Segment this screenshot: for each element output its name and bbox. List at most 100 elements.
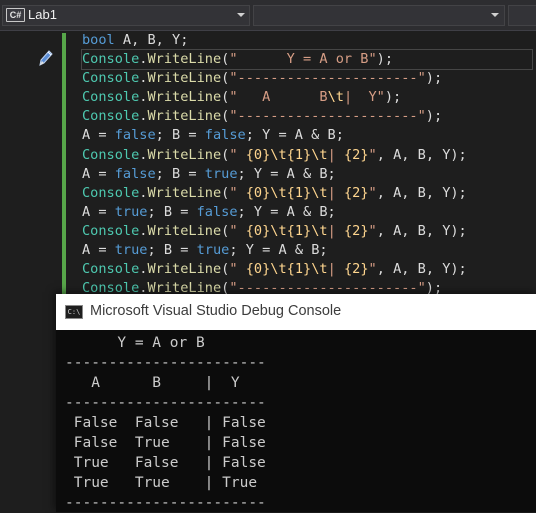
code-token: {2} bbox=[343, 222, 369, 239]
code-line[interactable]: A = false; B = false; Y = A & B; bbox=[82, 126, 532, 145]
code-token: " bbox=[229, 222, 246, 239]
code-token: , A, B, Y); bbox=[376, 261, 467, 278]
code-token: " bbox=[368, 146, 377, 163]
code-token: ; B = bbox=[155, 127, 205, 144]
code-token: ; B = bbox=[147, 242, 197, 259]
code-token: ); bbox=[425, 70, 443, 87]
code-token: "----------------------" bbox=[229, 108, 426, 125]
code-token: {0} bbox=[245, 146, 271, 163]
code-token: A = bbox=[82, 165, 115, 182]
code-line[interactable]: A = true; B = true; Y = A & B; bbox=[82, 241, 532, 260]
code-token: \t bbox=[311, 261, 328, 278]
code-token: {0} bbox=[245, 261, 271, 278]
code-token: A = bbox=[82, 242, 115, 259]
code-token: false bbox=[196, 203, 238, 220]
code-line[interactable]: Console.WriteLine("---------------------… bbox=[82, 69, 532, 88]
code-line[interactable]: A = false; B = true; Y = A & B; bbox=[82, 165, 532, 184]
code-token: {1} bbox=[286, 222, 312, 239]
code-token: bool bbox=[82, 32, 115, 48]
code-token: WriteLine bbox=[147, 51, 222, 68]
code-token: "----------------------" bbox=[229, 70, 426, 87]
code-token: A, B, Y; bbox=[114, 32, 189, 48]
code-token: ; Y = A & B; bbox=[245, 127, 344, 144]
code-line[interactable]: Console.WriteLine("---------------------… bbox=[82, 107, 532, 126]
code-token: Console bbox=[82, 261, 140, 278]
code-token: false bbox=[114, 127, 156, 144]
code-line[interactable]: bool A, B, Y; bbox=[82, 31, 532, 50]
code-token: ); bbox=[384, 89, 402, 106]
console-title-bar[interactable]: C:\ Microsoft Visual Studio Debug Consol… bbox=[56, 294, 536, 330]
code-token: ); bbox=[376, 51, 394, 68]
code-token: ; Y = A & B; bbox=[237, 203, 336, 220]
console-output: Y = A or B ----------------------- A B | … bbox=[65, 333, 266, 513]
code-token: {0} bbox=[245, 184, 271, 201]
code-token: {1} bbox=[286, 261, 312, 278]
code-token: {1} bbox=[286, 184, 312, 201]
code-token: | bbox=[327, 222, 344, 239]
code-token: " bbox=[229, 146, 246, 163]
code-token: true bbox=[114, 203, 148, 220]
code-token: A = bbox=[82, 203, 115, 220]
code-token: , A, B, Y); bbox=[376, 184, 467, 201]
code-token: Console bbox=[82, 51, 140, 68]
code-line[interactable]: Console.WriteLine(" {0}\t{1}\t| {2}", A,… bbox=[82, 260, 532, 279]
code-token: , A, B, Y); bbox=[376, 146, 467, 163]
code-lines[interactable]: bool A, B, Y; Console.WriteLine(" Y = A o… bbox=[81, 31, 533, 298]
project-name: Lab1 bbox=[28, 7, 57, 22]
code-line[interactable]: A = true; B = false; Y = A & B; bbox=[82, 203, 532, 222]
code-token: WriteLine bbox=[147, 89, 222, 106]
code-token: Console bbox=[82, 70, 140, 87]
member-dropdown[interactable] bbox=[253, 5, 505, 26]
code-token: " bbox=[229, 184, 246, 201]
code-token: false bbox=[204, 127, 246, 144]
code-token: Console bbox=[82, 184, 140, 201]
chevron-down-icon[interactable] bbox=[491, 13, 499, 17]
debug-console-window[interactable]: C:\ Microsoft Visual Studio Debug Consol… bbox=[56, 294, 536, 512]
code-token: ; B = bbox=[155, 165, 205, 182]
code-token: {2} bbox=[343, 261, 369, 278]
console-output-line: True False | False bbox=[65, 455, 266, 471]
code-line[interactable]: Console.WriteLine(" {0}\t{1}\t| {2}", A,… bbox=[82, 184, 532, 203]
code-token: | bbox=[327, 146, 344, 163]
edit-pencil-icon[interactable] bbox=[37, 48, 55, 68]
console-output-line: Y = A or B bbox=[65, 335, 205, 351]
console-output-line: ----------------------- bbox=[65, 355, 266, 371]
code-token: Console bbox=[82, 89, 140, 106]
code-token: " A B bbox=[229, 89, 328, 106]
change-tracking-bar bbox=[62, 33, 66, 295]
code-token: WriteLine bbox=[147, 222, 222, 239]
code-token: ; B = bbox=[147, 203, 197, 220]
code-token: WriteLine bbox=[147, 108, 222, 125]
code-token: " bbox=[229, 261, 246, 278]
code-token: | bbox=[327, 184, 344, 201]
code-token: WriteLine bbox=[147, 70, 222, 87]
console-output-line: False True | False bbox=[65, 435, 266, 451]
project-dropdown[interactable]: C# Lab1 bbox=[2, 5, 250, 26]
code-line[interactable]: Console.WriteLine(" {0}\t{1}\t| {2}", A,… bbox=[82, 222, 532, 241]
code-token: , A, B, Y); bbox=[376, 222, 467, 239]
console-app-icon: C:\ bbox=[65, 305, 83, 319]
location-dropdown[interactable] bbox=[508, 5, 536, 26]
code-token: \t bbox=[311, 146, 328, 163]
code-token: A = bbox=[82, 127, 115, 144]
console-title: Microsoft Visual Studio Debug Console bbox=[90, 303, 342, 319]
code-token: {0} bbox=[245, 222, 271, 239]
code-token: | bbox=[327, 261, 344, 278]
chevron-down-icon[interactable] bbox=[237, 13, 245, 17]
code-token: WriteLine bbox=[147, 261, 222, 278]
code-token: | Y" bbox=[343, 89, 385, 106]
code-token: true bbox=[114, 242, 148, 259]
console-output-line: True True | True bbox=[65, 475, 258, 491]
code-token: " Y = A or B" bbox=[229, 51, 377, 68]
console-output-line: False False | False bbox=[65, 415, 266, 431]
code-token: true bbox=[196, 242, 230, 259]
code-token: ; Y = A & B; bbox=[229, 242, 328, 259]
code-line[interactable]: Console.WriteLine(" {0}\t{1}\t| {2}", A,… bbox=[82, 146, 532, 165]
code-line[interactable]: Console.WriteLine(" A B\t| Y"); bbox=[82, 88, 532, 107]
code-line[interactable]: Console.WriteLine(" Y = A or B"); bbox=[81, 49, 533, 71]
console-output-line: A B | Y bbox=[65, 375, 240, 391]
code-token: WriteLine bbox=[147, 184, 222, 201]
code-token: Console bbox=[82, 108, 140, 125]
code-token: \t bbox=[311, 222, 328, 239]
code-token: {1} bbox=[286, 146, 312, 163]
